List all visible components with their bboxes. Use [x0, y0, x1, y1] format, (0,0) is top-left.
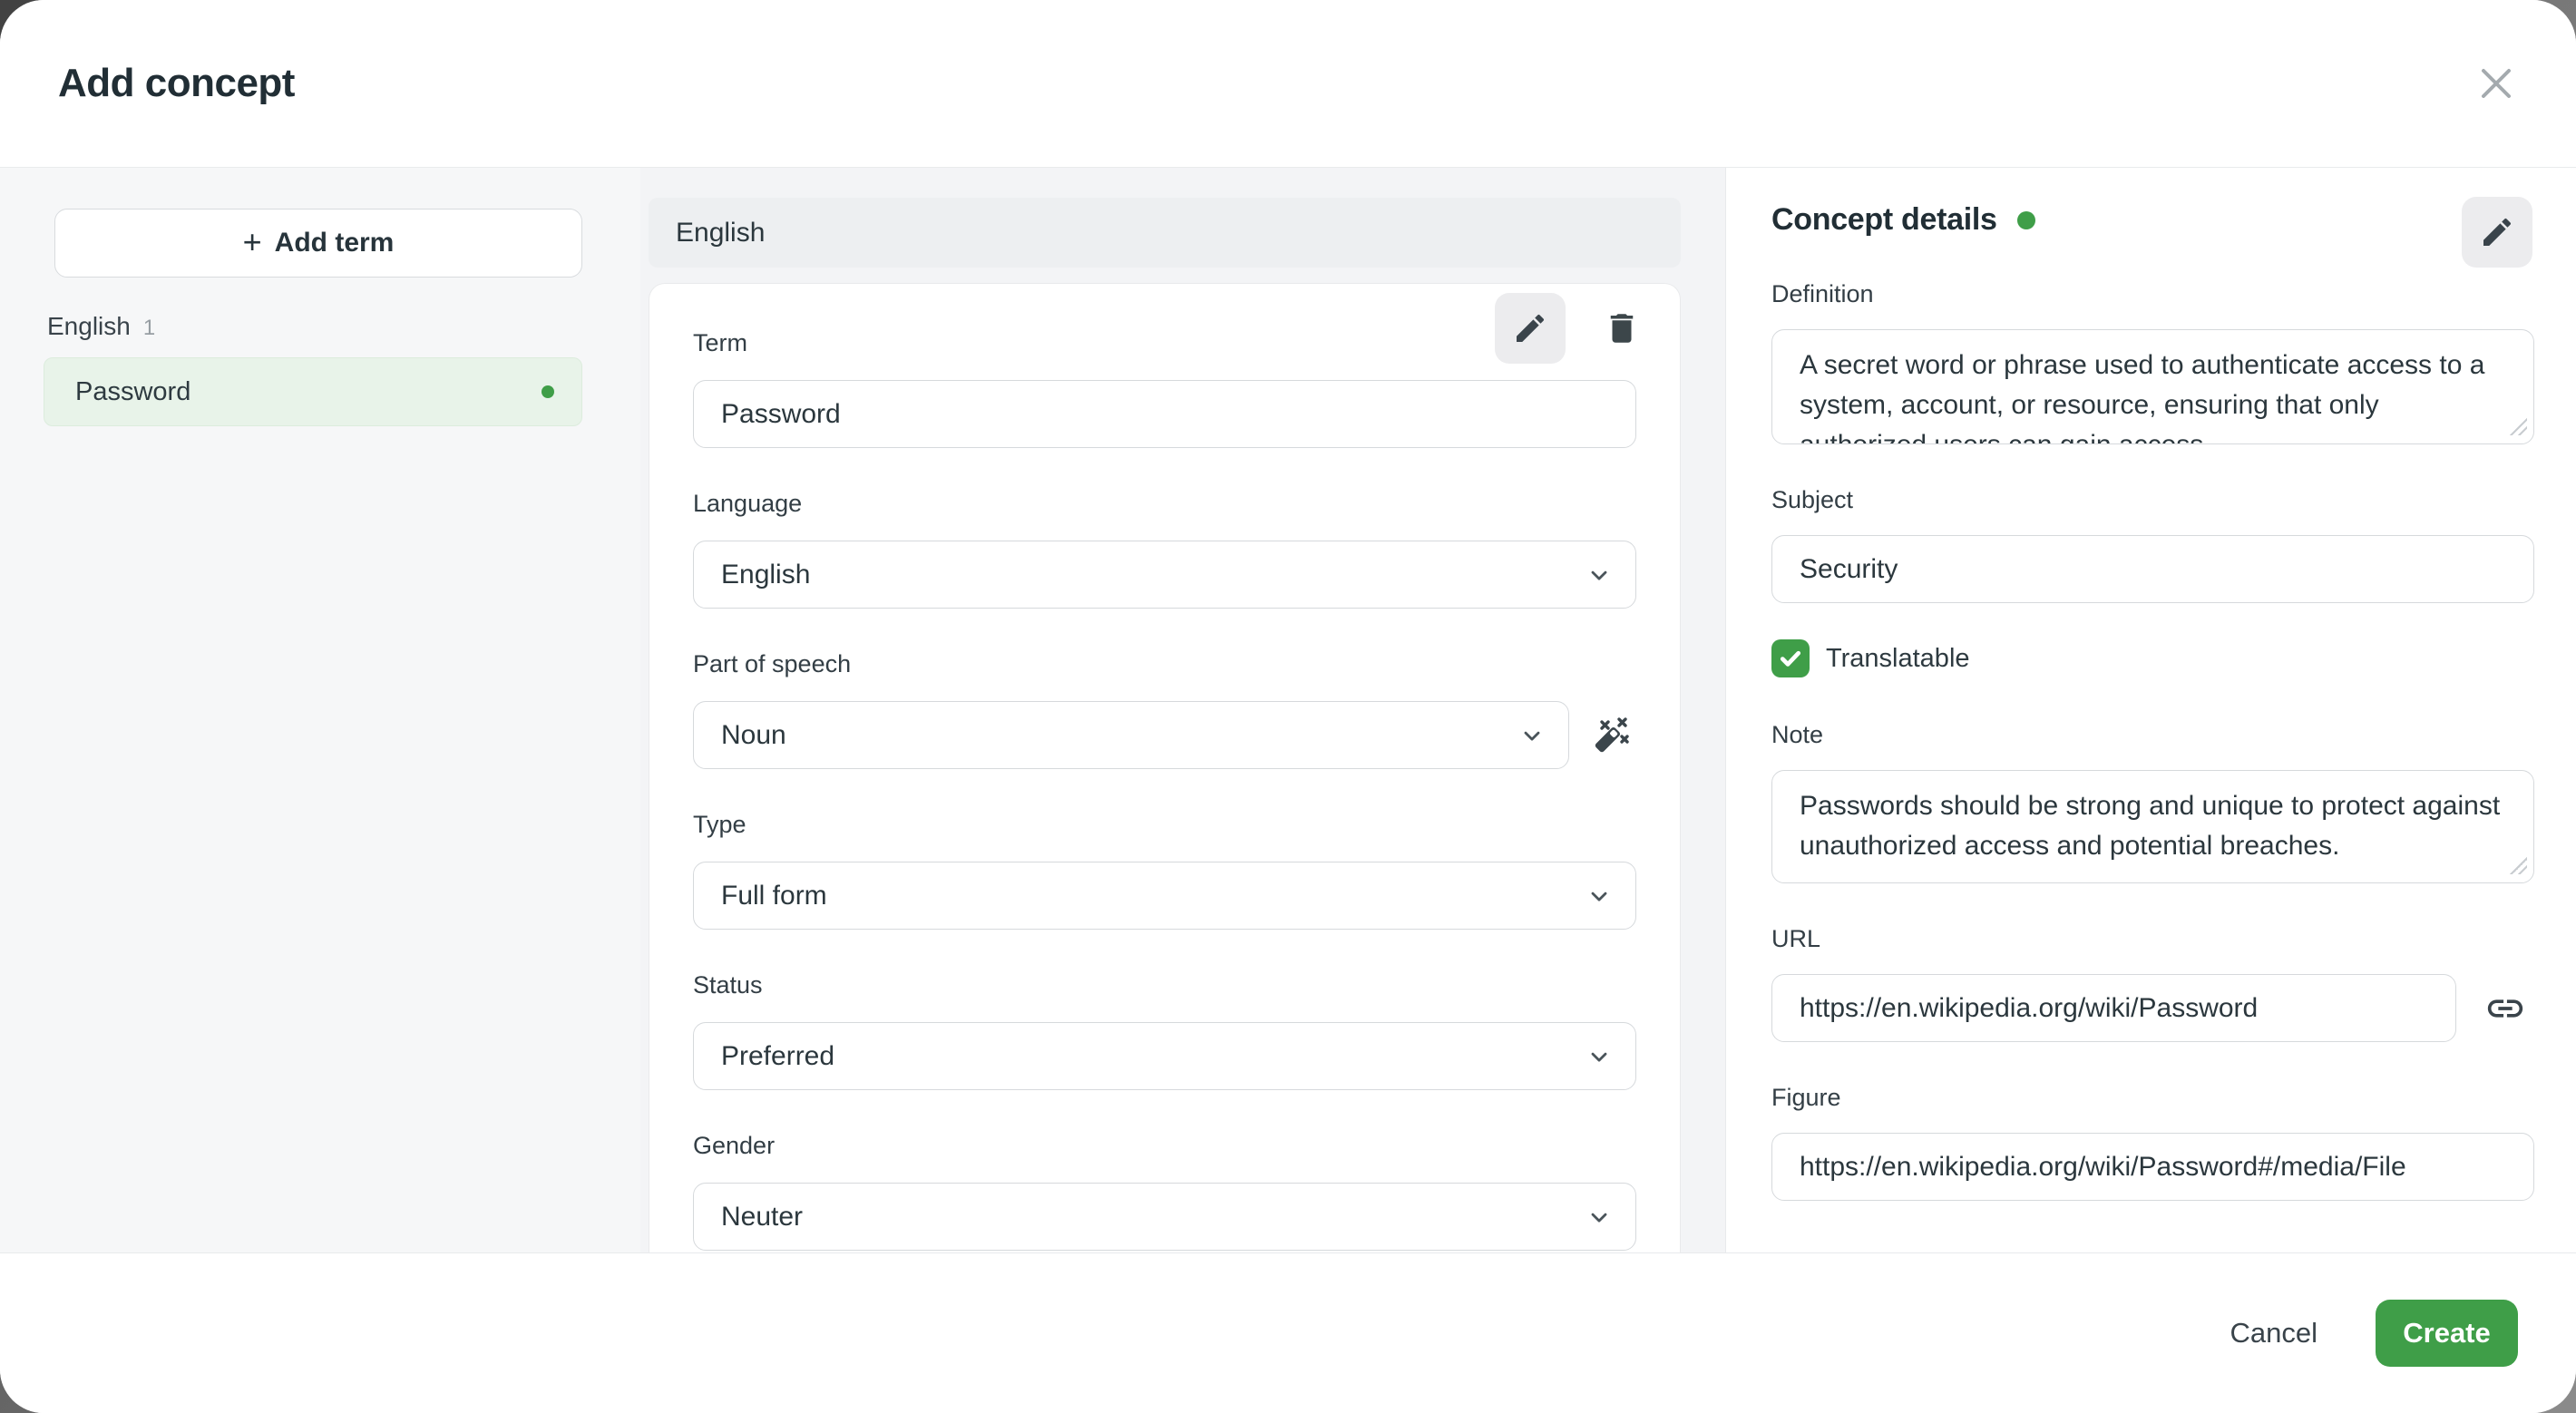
part-of-speech-field: Part of speech Noun: [693, 648, 1636, 769]
language-field: Language English: [693, 488, 1636, 609]
figure-field: Figure: [1771, 1082, 2534, 1201]
status-label: Status: [693, 971, 763, 999]
concept-status-dot: [2016, 210, 2035, 229]
note-label: Note: [1771, 721, 1824, 748]
concept-details-header: Concept details: [1771, 202, 2534, 238]
trash-icon: [1603, 309, 1641, 347]
language-group-count: 1: [142, 316, 156, 340]
chevron-down-icon: [1586, 1044, 1612, 1069]
definition-textarea[interactable]: A secret word or phrase used to authenti…: [1771, 329, 2534, 444]
create-button[interactable]: Create: [2376, 1300, 2518, 1367]
modal-body: + Add term English 1 Password English Te…: [0, 168, 2576, 1252]
figure-input[interactable]: [1771, 1133, 2534, 1201]
definition-label: Definition: [1771, 280, 1874, 307]
check-icon: [1778, 646, 1803, 671]
url-field: URL: [1771, 923, 2534, 1042]
add-concept-modal: Add concept + Add term English 1 Passwor…: [0, 0, 2576, 1413]
translatable-label: Translatable: [1826, 643, 1970, 673]
close-icon: [2479, 66, 2513, 101]
add-term-button[interactable]: + Add term: [54, 209, 582, 278]
part-of-speech-label: Part of speech: [693, 650, 852, 677]
status-field: Status Preferred: [693, 970, 1636, 1090]
term-item-label: Password: [75, 376, 191, 406]
language-select-value: English: [721, 559, 811, 590]
chevron-down-icon: [1519, 723, 1545, 748]
language-group-header: English 1: [47, 312, 582, 341]
note-textarea[interactable]: Passwords should be strong and unique to…: [1771, 770, 2534, 883]
chevron-down-icon: [1586, 1204, 1612, 1230]
term-editor-pane: English Term Password Language English P…: [640, 168, 1725, 1252]
sidebar-item-password[interactable]: Password: [44, 357, 582, 426]
gender-field: Gender Neuter: [693, 1130, 1636, 1251]
chevron-down-icon: [1586, 883, 1612, 909]
subject-label: Subject: [1771, 486, 1854, 513]
url-input[interactable]: [1771, 974, 2456, 1042]
type-select-value: Full form: [721, 880, 827, 911]
page-title: Add concept: [58, 61, 295, 105]
language-group-label: English: [47, 312, 131, 340]
language-select[interactable]: English: [693, 541, 1636, 609]
url-label: URL: [1771, 925, 1821, 952]
delete-term-button[interactable]: [1596, 301, 1647, 356]
status-select[interactable]: Preferred: [693, 1022, 1636, 1090]
add-term-label: Add term: [274, 228, 395, 258]
edit-term-button[interactable]: [1495, 293, 1566, 364]
subject-input[interactable]: [1771, 535, 2534, 603]
figure-label: Figure: [1771, 1084, 1841, 1111]
concept-details-title: Concept details: [1771, 202, 1997, 237]
type-label: Type: [693, 811, 746, 838]
screen-backdrop: Add concept + Add term English 1 Passwor…: [0, 0, 2576, 1413]
term-card-actions: [1495, 293, 1647, 364]
cancel-button[interactable]: Cancel: [2225, 1308, 2324, 1359]
term-input[interactable]: [693, 380, 1636, 448]
edit-concept-button[interactable]: [2462, 197, 2532, 268]
section-bar-label: English: [676, 217, 766, 248]
pencil-icon: [1512, 310, 1548, 346]
chevron-down-icon: [1586, 562, 1612, 588]
translatable-row: Translatable: [1771, 639, 2534, 677]
modal-footer: Cancel Create: [0, 1252, 2576, 1413]
pencil-icon: [2479, 214, 2515, 250]
modal-header: Add concept: [0, 0, 2576, 168]
status-select-value: Preferred: [721, 1040, 835, 1071]
term-status-dot: [542, 385, 554, 398]
language-label: Language: [693, 490, 803, 517]
part-of-speech-select[interactable]: Noun: [693, 701, 1569, 769]
terms-sidebar: + Add term English 1 Password: [0, 168, 640, 1252]
plus-icon: +: [242, 222, 262, 260]
concept-details-pane: Concept details Definition A secret word…: [1725, 168, 2576, 1252]
type-field: Type Full form: [693, 809, 1636, 930]
close-button[interactable]: [2469, 56, 2523, 111]
gender-select-value: Neuter: [721, 1201, 804, 1232]
subject-field: Subject: [1771, 484, 2534, 603]
type-select[interactable]: Full form: [693, 862, 1636, 930]
link-icon: [2484, 988, 2526, 1029]
term-card: Term Language English Part of: [649, 283, 1681, 1252]
translatable-checkbox[interactable]: [1771, 639, 1810, 677]
magic-wand-icon: [1591, 715, 1634, 756]
open-link-button[interactable]: [2483, 987, 2527, 1030]
note-field: Note Passwords should be strong and uniq…: [1771, 719, 2534, 883]
part-of-speech-select-value: Noun: [721, 719, 786, 750]
gender-label: Gender: [693, 1132, 776, 1159]
definition-field: Definition A secret word or phrase used …: [1771, 278, 2534, 444]
auto-detect-button[interactable]: [1589, 712, 1636, 759]
term-language-section-bar: English: [649, 198, 1681, 268]
gender-select[interactable]: Neuter: [693, 1183, 1636, 1251]
